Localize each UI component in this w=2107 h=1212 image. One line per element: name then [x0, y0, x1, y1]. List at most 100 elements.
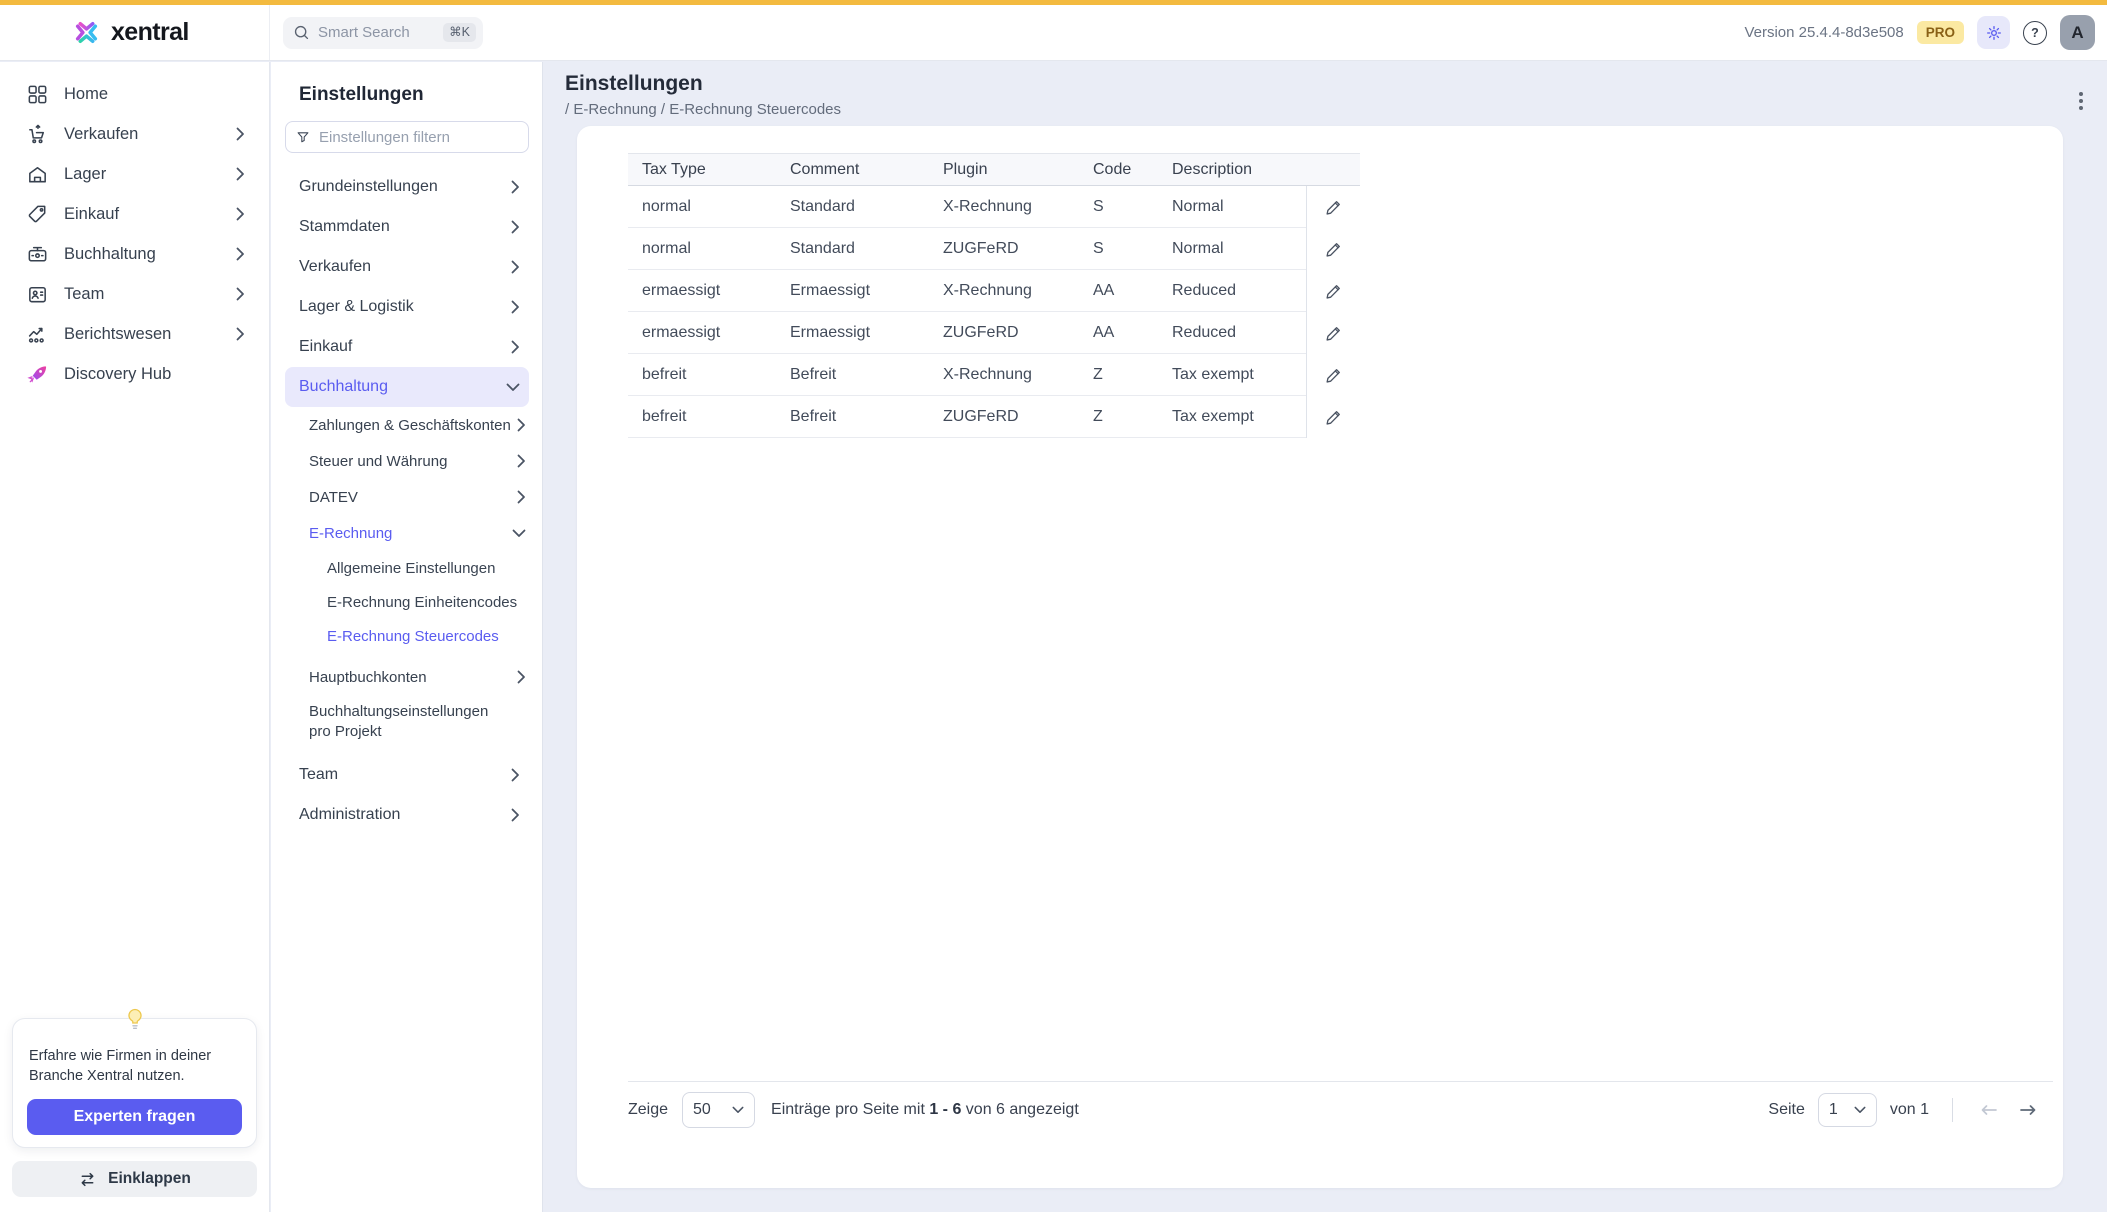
edit-row-button[interactable]: [1319, 402, 1349, 432]
cart-up-icon: [26, 123, 49, 146]
next-page-button[interactable]: [2015, 1099, 2041, 1121]
cell-plugin: ZUGFeRD: [943, 240, 1093, 258]
funnel-icon: [296, 129, 310, 145]
ask-experts-button[interactable]: Experten fragen: [27, 1099, 242, 1135]
settings-gear-button[interactable]: [1977, 16, 2010, 49]
table-row: normal Standard ZUGFeRD S Normal: [628, 228, 1360, 270]
table-row: befreit Befreit ZUGFeRD Z Tax exempt: [628, 396, 1360, 438]
page-size-group: Zeige 50 Einträge pro Seite mit 1 - 6 vo…: [628, 1092, 1079, 1128]
column-header-code: Code: [1093, 161, 1172, 179]
sidebar-item-home[interactable]: Home: [0, 74, 269, 114]
cell-code: S: [1093, 198, 1172, 216]
sidebar-item-label: Discovery Hub: [64, 365, 171, 384]
settings-item-e-rechnung-einheitencodes[interactable]: E-Rechnung Einheitencodes: [271, 585, 542, 619]
cell-comment: Ermaessigt: [790, 282, 943, 300]
sidebar-item-einkauf[interactable]: Einkauf: [0, 194, 269, 234]
sidebar-item-lager[interactable]: Lager: [0, 154, 269, 194]
app-header: xentral ⌘K Version 25.4.4-8d3e508 PRO ? …: [0, 5, 2107, 61]
settings-item-buchhaltung[interactable]: Buchhaltung: [285, 367, 529, 407]
page-size-select[interactable]: 50: [682, 1092, 755, 1128]
settings-item-datev[interactable]: DATEV: [271, 479, 542, 515]
edit-row-button[interactable]: [1319, 234, 1349, 264]
main-content: Einstellungen / E-Rechnung / E-Rechnung …: [544, 62, 2107, 1212]
settings-menu: Grundeinstellungen Stammdaten Verkaufen …: [271, 165, 542, 835]
breadcrumb-e-rechnung[interactable]: / E-Rechnung: [565, 101, 661, 118]
sidebar-item-label: Lager: [64, 165, 106, 184]
settings-item-stammdaten[interactable]: Stammdaten: [271, 207, 542, 247]
settings-nav-title: Einstellungen: [299, 84, 542, 106]
user-avatar[interactable]: A: [2060, 15, 2095, 50]
entries-info: Einträge pro Seite mit 1 - 6 von 6 angez…: [771, 1101, 1079, 1119]
chevron-right-icon: [517, 670, 526, 684]
chevron-right-icon: [517, 490, 526, 504]
cell-description: Reduced: [1172, 282, 1306, 300]
version-label: Version 25.4.4-8d3e508: [1744, 24, 1903, 41]
column-header-plugin: Plugin: [943, 161, 1093, 179]
content-card: Tax Type Comment Plugin Code Description…: [577, 126, 2063, 1188]
sidebar-item-label: Team: [64, 285, 104, 304]
collapse-label: Einklappen: [108, 1170, 191, 1188]
page-select[interactable]: 1: [1818, 1093, 1877, 1127]
cell-description: Tax exempt: [1172, 366, 1306, 384]
cell-comment: Ermaessigt: [790, 324, 943, 342]
settings-item-lager-logistik[interactable]: Lager & Logistik: [271, 287, 542, 327]
edit-row-button[interactable]: [1319, 276, 1349, 306]
chevron-right-icon: [511, 260, 520, 274]
settings-filter[interactable]: [285, 121, 529, 153]
cell-tax-type: ermaessigt: [642, 282, 790, 300]
settings-item-verkaufen[interactable]: Verkaufen: [271, 247, 542, 287]
pencil-icon: [1324, 240, 1343, 259]
settings-item-allgemeine-einstellungen[interactable]: Allgemeine Einstellungen: [271, 551, 542, 585]
settings-nav-panel: Einstellungen Grundeinstellungen Stammda…: [271, 62, 543, 1212]
settings-item-grundeinstellungen[interactable]: Grundeinstellungen: [271, 167, 542, 207]
sidebar-item-berichtswesen[interactable]: Berichtswesen: [0, 314, 269, 354]
help-button[interactable]: ?: [2023, 21, 2047, 45]
arrow-right-icon: [2019, 1103, 2037, 1117]
chevron-right-icon: [511, 300, 520, 314]
settings-item-buchhaltungseinstellungen-pro-projekt[interactable]: Buchhaltungseinstellungen pro Projekt: [271, 695, 542, 749]
settings-item-e-rechnung[interactable]: E-Rechnung: [271, 515, 542, 551]
xentral-logo-icon: [72, 18, 101, 47]
cell-description: Normal: [1172, 198, 1306, 216]
smart-search[interactable]: ⌘K: [283, 17, 483, 49]
cell-description: Normal: [1172, 240, 1306, 258]
chevron-right-icon: [236, 207, 245, 221]
search-input[interactable]: [318, 24, 435, 41]
sidebar-item-verkaufen[interactable]: Verkaufen: [0, 114, 269, 154]
chevron-right-icon: [236, 327, 245, 341]
settings-item-administration[interactable]: Administration: [271, 795, 542, 835]
cell-tax-type: ermaessigt: [642, 324, 790, 342]
settings-filter-input[interactable]: [319, 129, 518, 146]
tip-card: Erfahre wie Firmen in deiner Branche Xen…: [12, 1018, 257, 1148]
chevron-right-icon: [511, 340, 520, 354]
search-icon: [293, 24, 310, 41]
previous-page-button[interactable]: [1976, 1099, 2002, 1121]
sidebar-item-discovery-hub[interactable]: Discovery Hub: [0, 354, 269, 394]
settings-item-zahlungen-geschaeftskonten[interactable]: Zahlungen & Geschäftskonten: [271, 407, 542, 443]
arrow-left-icon: [1980, 1103, 1998, 1117]
table-row: ermaessigt Ermaessigt ZUGFeRD AA Reduced: [628, 312, 1360, 354]
sidebar-item-buchhaltung[interactable]: Buchhaltung: [0, 234, 269, 274]
footer-separator: [628, 1081, 2053, 1082]
breadcrumb-e-rechnung-steuercodes[interactable]: / E-Rechnung Steuercodes: [661, 101, 841, 118]
cell-code: AA: [1093, 324, 1172, 342]
more-options-icon[interactable]: [2075, 88, 2087, 114]
settings-item-steuer-und-waehrung[interactable]: Steuer und Währung: [271, 443, 542, 479]
chevron-down-icon: [506, 383, 520, 392]
cell-plugin: ZUGFeRD: [943, 324, 1093, 342]
edit-row-button[interactable]: [1319, 360, 1349, 390]
table-header-row: Tax Type Comment Plugin Code Description: [628, 153, 1360, 186]
edit-row-button[interactable]: [1319, 192, 1349, 222]
settings-item-e-rechnung-steuercodes[interactable]: E-Rechnung Steuercodes: [271, 619, 542, 653]
breadcrumb: / E-Rechnung / E-Rechnung Steuercodes: [565, 101, 2107, 118]
pro-badge: PRO: [1917, 21, 1964, 45]
edit-row-button[interactable]: [1319, 318, 1349, 348]
page-title: Einstellungen: [565, 72, 2107, 96]
sidebar-item-team[interactable]: Team: [0, 274, 269, 314]
collapse-sidebar-button[interactable]: Einklappen: [12, 1161, 257, 1197]
settings-item-einkauf[interactable]: Einkauf: [271, 327, 542, 367]
logo[interactable]: xentral: [0, 5, 270, 60]
cell-description: Tax exempt: [1172, 408, 1306, 426]
settings-item-team[interactable]: Team: [271, 755, 542, 795]
settings-item-hauptbuchkonten[interactable]: Hauptbuchkonten: [271, 659, 542, 695]
